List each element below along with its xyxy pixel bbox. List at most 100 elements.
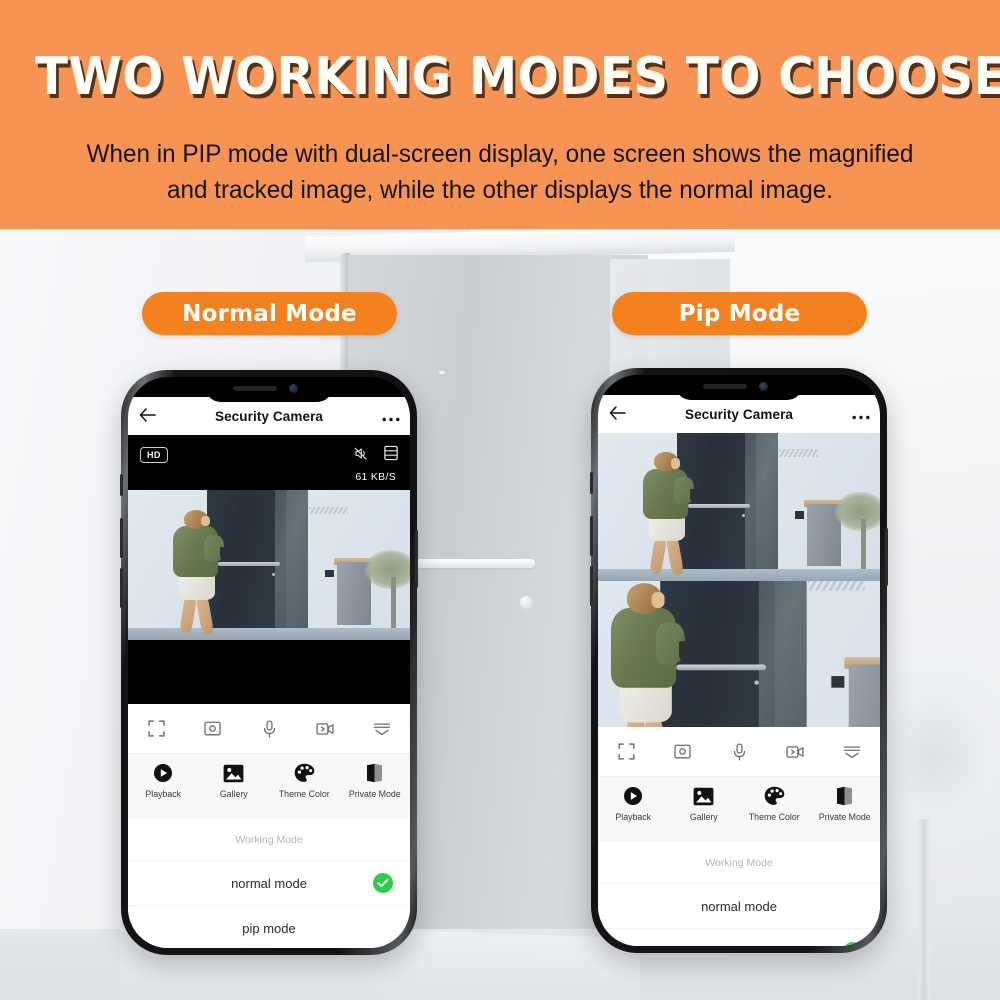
person-coffee-cup — [219, 547, 230, 559]
person-coffee-cup — [689, 489, 700, 502]
scene-floor — [128, 628, 410, 640]
quick-action-gallery[interactable]: Gallery — [669, 785, 740, 822]
scene-door-handle — [676, 664, 767, 670]
back-icon[interactable] — [598, 405, 636, 424]
quick-action-gallery-label: Gallery — [689, 812, 718, 822]
front-camera-icon — [759, 382, 768, 391]
quick-action-private-mode-label: Private Mode — [818, 812, 871, 822]
phone-notch — [205, 377, 333, 402]
scene-wall-sign — [308, 506, 348, 514]
scene-door-glass — [744, 433, 779, 573]
page-subtitle-line2: and tracked image, while the other displ… — [167, 176, 833, 204]
background-tree-trunk — [918, 819, 930, 1000]
quick-action-playback-label: Playback — [615, 812, 652, 822]
playback-icon — [153, 762, 173, 784]
person-face — [671, 458, 681, 469]
more-options-icon[interactable] — [354, 722, 410, 736]
quick-action-gallery[interactable]: Gallery — [199, 762, 270, 799]
volume-up-button[interactable] — [590, 516, 593, 556]
mode-option-normal-mode-label: normal mode — [701, 898, 777, 914]
video-feed-normal[interactable] — [128, 490, 410, 640]
earpiece-speaker-icon — [703, 384, 747, 389]
power-button[interactable] — [885, 528, 888, 586]
page-title: TWO WORKING MODES TO CHOOSE FROM — [35, 47, 1000, 107]
app-title-pip: Security Camera — [684, 406, 794, 422]
page-subtitle: When in PIP mode with dual-screen displa… — [64, 136, 937, 208]
video-overlay-icons — [353, 445, 398, 461]
app-screen-pip: Security Camera Playback Gallery Theme C… — [598, 375, 880, 946]
quick-action-gallery-label: Gallery — [219, 789, 248, 799]
scene-door-panel — [795, 511, 804, 519]
theme-color-icon — [764, 785, 785, 807]
badge-normal-mode: Normal Mode — [142, 292, 397, 335]
video-feed-pip-normal[interactable] — [598, 433, 880, 581]
quick-action-playback[interactable]: Playback — [128, 762, 199, 799]
toolbar-row-pip — [598, 727, 880, 776]
scene-plant-crown — [834, 492, 880, 531]
screenshot-icon[interactable] — [184, 721, 240, 736]
scene-door-glass — [758, 581, 808, 741]
volume-down-button[interactable] — [120, 568, 123, 608]
mode-option-pip-mode[interactable]: pip mode — [598, 929, 880, 946]
scene-floor — [598, 569, 880, 581]
scene-door-handle — [688, 504, 751, 508]
app-title-normal: Security Camera — [214, 408, 324, 424]
scene-wall-sign — [807, 581, 865, 590]
volume-up-button[interactable] — [120, 518, 123, 558]
background-door-knob — [520, 596, 533, 609]
video-feed-pip-magnified[interactable] — [598, 581, 880, 741]
more-horizontal-icon[interactable] — [372, 411, 410, 422]
silence-switch[interactable] — [120, 474, 123, 496]
earpiece-speaker-icon — [233, 386, 277, 391]
back-icon[interactable] — [128, 407, 166, 426]
speaker-muted-icon[interactable] — [353, 446, 368, 461]
header-banner: TWO WORKING MODES TO CHOOSE FROM When in… — [0, 0, 1000, 229]
scene-wall-sign — [778, 449, 818, 457]
silence-switch[interactable] — [590, 472, 593, 494]
badge-normal-mode-label: Normal Mode — [182, 300, 357, 327]
quick-action-private-mode[interactable]: Private Mode — [340, 762, 411, 799]
microphone-icon[interactable] — [241, 719, 297, 738]
toolbar-row-normal — [128, 704, 410, 753]
mode-option-normal-mode[interactable]: normal mode — [598, 884, 880, 929]
quality-chip[interactable]: HD — [140, 447, 168, 463]
app-header-pip: Security Camera — [598, 395, 880, 433]
quick-action-theme-color[interactable]: Theme Color — [739, 785, 810, 822]
split-screen-icon[interactable] — [384, 445, 398, 461]
quick-action-playback[interactable]: Playback — [598, 785, 669, 822]
video-scene — [598, 433, 880, 581]
private-mode-icon — [836, 785, 853, 807]
mode-option-normal-mode[interactable]: normal mode — [128, 861, 410, 906]
quick-action-theme-color-label: Theme Color — [278, 789, 330, 799]
front-camera-icon — [289, 384, 298, 393]
quick-action-private-mode-label: Private Mode — [348, 789, 401, 799]
quick-action-theme-color[interactable]: Theme Color — [269, 762, 340, 799]
quick-actions-row-pip: Playback Gallery Theme Color Private Mod… — [598, 776, 880, 842]
screenshot-icon[interactable] — [654, 744, 710, 759]
page-subtitle-line1: When in PIP mode with dual-screen displa… — [86, 140, 914, 168]
playback-icon — [623, 785, 643, 807]
video-scene — [128, 490, 410, 640]
more-options-icon[interactable] — [824, 745, 880, 759]
video-scene-magnified — [598, 581, 880, 741]
power-button[interactable] — [415, 530, 418, 588]
volume-down-button[interactable] — [590, 566, 593, 606]
mode-option-pip-mode[interactable]: pip mode — [128, 906, 410, 948]
phone-screen-normal: Security Camera HD 61 KB/S Playback Gall… — [128, 377, 410, 948]
phone-notch — [675, 375, 803, 400]
fullscreen-icon[interactable] — [128, 720, 184, 737]
selected-check-icon — [373, 873, 393, 893]
phone-pip-mode: Security Camera Playback Gallery Theme C… — [590, 368, 888, 953]
gallery-icon — [223, 762, 244, 784]
record-video-icon[interactable] — [767, 745, 823, 759]
more-horizontal-icon[interactable] — [842, 409, 880, 420]
mode-option-pip-mode-label: pip mode — [712, 944, 765, 946]
phone-normal-mode: Security Camera HD 61 KB/S Playback Gall… — [120, 370, 418, 955]
microphone-icon[interactable] — [711, 742, 767, 761]
badge-pip-mode-label: Pip Mode — [678, 300, 801, 327]
record-video-icon[interactable] — [297, 722, 353, 736]
quick-action-playback-label: Playback — [145, 789, 182, 799]
quick-action-private-mode[interactable]: Private Mode — [810, 785, 881, 822]
fullscreen-icon[interactable] — [598, 743, 654, 760]
section-label-working-mode-normal: Working Mode — [128, 819, 410, 861]
